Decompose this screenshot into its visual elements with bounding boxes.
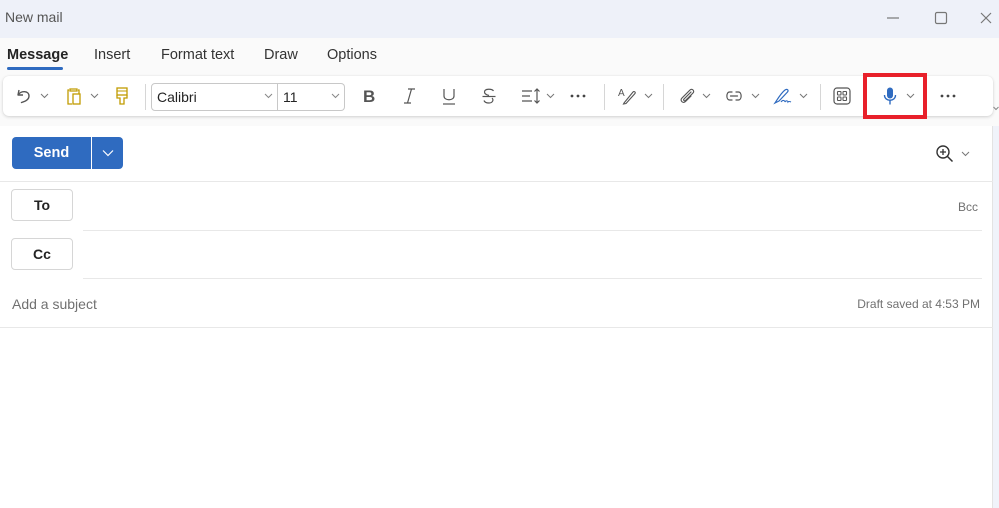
subject-input[interactable]	[12, 292, 832, 316]
to-button[interactable]: To	[11, 189, 73, 221]
toolbar-separator	[663, 84, 664, 110]
attach-dropdown[interactable]	[702, 76, 711, 116]
bold-icon: B	[363, 87, 375, 106]
zoom-in-icon	[936, 145, 954, 163]
signature-dropdown[interactable]	[799, 76, 808, 116]
to-input[interactable]	[84, 185, 944, 225]
underline-icon	[443, 89, 455, 105]
toolbar-separator	[604, 84, 605, 110]
more-options-button[interactable]	[940, 76, 956, 116]
chevron-down-icon	[799, 93, 808, 99]
chevron-down-icon	[993, 106, 999, 111]
ribbon-tabs: Message Insert Format text Draw Options	[0, 38, 999, 70]
font-name-dropdown[interactable]: Calibri	[151, 83, 278, 111]
tab-message[interactable]: Message	[7, 47, 68, 63]
chevron-down-icon	[264, 93, 273, 99]
cc-input[interactable]	[84, 234, 944, 274]
strikethrough-button[interactable]	[481, 76, 497, 116]
apps-button[interactable]	[832, 76, 852, 116]
divider	[83, 230, 982, 231]
zoom-button[interactable]	[935, 143, 971, 165]
cc-button[interactable]: Cc	[11, 238, 73, 270]
editor-icon: A	[618, 88, 636, 105]
close-icon	[980, 12, 992, 24]
ribbon-toolbar-area: Calibri 11 B A	[0, 70, 999, 126]
chevron-down-icon	[644, 93, 653, 99]
toolbar-separator	[145, 84, 146, 110]
editor-button[interactable]: A	[617, 76, 639, 116]
compose-pane: Send To Bcc Cc Draft saved at 4:53 PM	[0, 126, 993, 508]
undo-icon	[17, 89, 30, 104]
dictate-microphone-icon	[883, 87, 897, 105]
signature-button[interactable]	[773, 76, 793, 116]
ribbon-expand-button[interactable]	[993, 98, 999, 116]
more-formatting-icon	[570, 94, 586, 98]
signature-icon	[773, 88, 792, 105]
chevron-down-icon	[906, 93, 915, 99]
attach-file-button[interactable]	[677, 76, 697, 116]
font-size-dropdown[interactable]: 11	[278, 83, 345, 111]
send-button[interactable]: Send	[12, 137, 91, 169]
message-body[interactable]	[0, 328, 992, 508]
strikethrough-icon	[482, 88, 496, 104]
chevron-down-icon	[751, 93, 760, 99]
undo-button[interactable]	[14, 76, 34, 116]
undo-dropdown[interactable]	[40, 76, 49, 116]
maximize-button[interactable]	[921, 4, 961, 32]
more-formatting-button[interactable]	[570, 76, 586, 116]
minimize-icon	[887, 17, 899, 19]
divider	[0, 181, 993, 182]
link-dropdown[interactable]	[751, 76, 760, 116]
bcc-button[interactable]: Bcc	[958, 200, 978, 214]
minimize-button[interactable]	[873, 4, 913, 32]
maximize-icon	[934, 11, 948, 25]
send-options-dropdown[interactable]	[92, 137, 123, 169]
svg-text:B: B	[363, 87, 375, 106]
clipboard-paste-icon	[67, 88, 81, 105]
link-icon	[726, 91, 742, 101]
ribbon-toolbar: Calibri 11 B A	[3, 76, 993, 116]
chevron-down-icon	[961, 151, 970, 157]
divider	[83, 278, 982, 279]
tab-options[interactable]: Options	[327, 47, 377, 63]
paste-button[interactable]	[64, 76, 84, 116]
paragraph-spacing-icon	[522, 88, 540, 104]
paste-dropdown[interactable]	[90, 76, 99, 116]
font-size-value: 11	[283, 89, 298, 105]
insert-link-button[interactable]	[724, 76, 744, 116]
editor-dropdown[interactable]	[644, 76, 653, 116]
font-name-value: Calibri	[157, 89, 197, 105]
tab-insert[interactable]: Insert	[94, 47, 130, 63]
more-options-icon	[940, 94, 956, 98]
italic-button[interactable]	[401, 76, 417, 116]
line-spacing-button[interactable]	[521, 76, 543, 116]
close-button[interactable]	[968, 4, 999, 32]
tab-draw[interactable]: Draw	[264, 47, 298, 63]
tab-format-text[interactable]: Format text	[161, 47, 234, 63]
underline-button[interactable]	[441, 76, 457, 116]
italic-icon	[404, 88, 415, 104]
chevron-down-icon	[546, 93, 555, 99]
format-painter-button[interactable]	[114, 76, 130, 116]
toolbar-separator	[820, 84, 821, 110]
dictate-dropdown[interactable]	[906, 76, 915, 116]
draft-status: Draft saved at 4:53 PM	[857, 297, 980, 311]
line-spacing-dropdown[interactable]	[546, 76, 555, 116]
window-title: New mail	[5, 9, 63, 25]
chevron-down-icon	[702, 93, 711, 99]
chevron-down-icon	[90, 93, 99, 99]
chevron-down-icon	[102, 150, 113, 157]
title-bar: New mail	[0, 0, 999, 38]
chevron-down-icon	[40, 93, 49, 99]
svg-text:A: A	[618, 88, 625, 99]
chevron-down-icon	[331, 93, 340, 99]
apps-icon	[833, 87, 851, 105]
dictate-button[interactable]	[882, 76, 898, 116]
format-painter-icon	[116, 87, 128, 105]
attach-icon	[680, 88, 695, 103]
bold-button[interactable]: B	[361, 76, 377, 116]
